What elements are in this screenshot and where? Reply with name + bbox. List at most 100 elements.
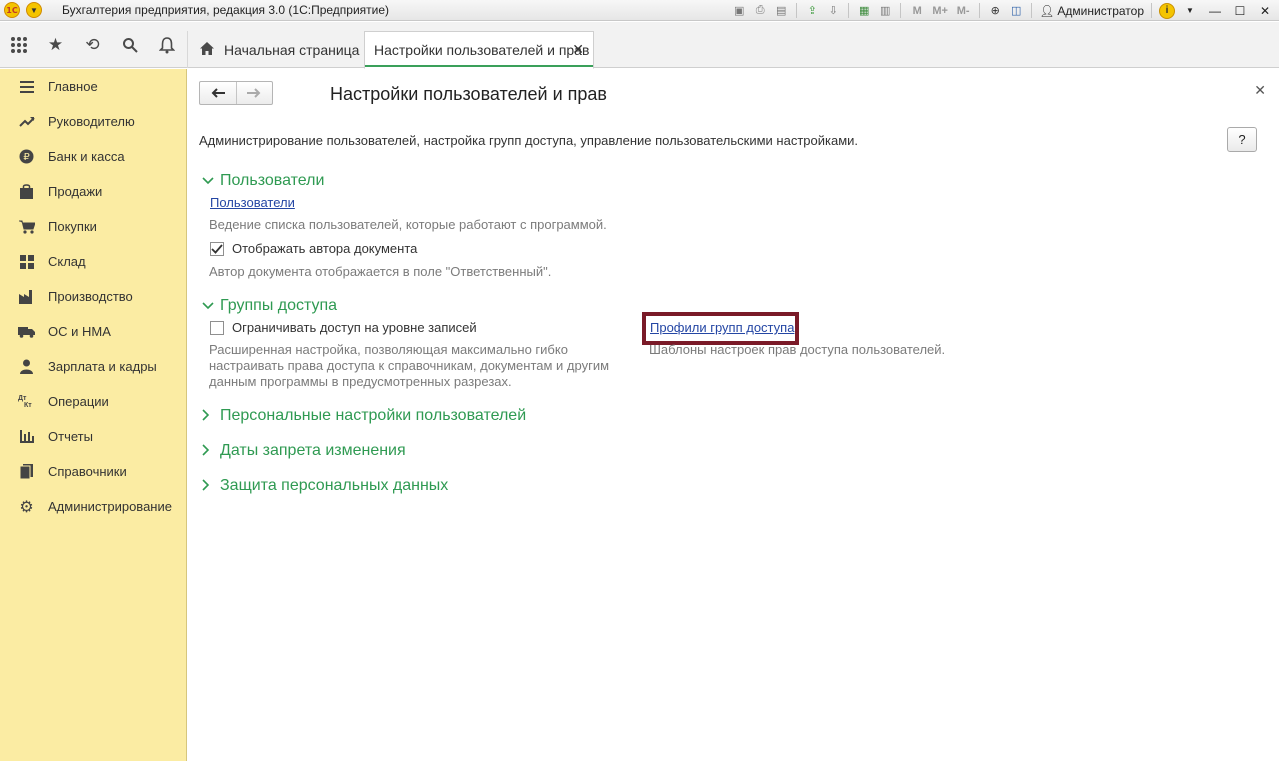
info-icon[interactable]: i bbox=[1159, 2, 1175, 19]
tab-user-settings[interactable]: Настройки пользователей и прав ✕ bbox=[364, 31, 594, 69]
person-icon bbox=[18, 358, 35, 375]
sidebar-item-main[interactable]: Главное bbox=[0, 69, 186, 104]
sidebar-item-label: Склад bbox=[48, 254, 86, 269]
chevron-right-icon bbox=[202, 408, 214, 424]
chevron-right-icon bbox=[202, 443, 214, 459]
sections-sidebar: Главное Руководителю ₽ Банк и касса Прод… bbox=[0, 69, 187, 761]
memory-minus-button[interactable]: M- bbox=[954, 3, 972, 19]
home-icon bbox=[200, 41, 214, 58]
zoom-icon[interactable]: ⊕ bbox=[987, 3, 1003, 19]
close-window-button[interactable]: ✕ bbox=[1255, 3, 1275, 19]
sidebar-item-label: Зарплата и кадры bbox=[48, 359, 157, 374]
access-group-profiles-link[interactable]: Профили групп доступа bbox=[650, 320, 794, 335]
toolbar-separator bbox=[796, 3, 798, 18]
save-icon[interactable]: ▣ bbox=[731, 3, 747, 19]
trend-icon bbox=[18, 113, 35, 130]
minimize-button[interactable]: — bbox=[1205, 3, 1225, 19]
menu-icon bbox=[18, 78, 35, 95]
sidebar-item-salary[interactable]: Зарплата и кадры bbox=[0, 349, 186, 384]
forward-arrow-icon[interactable] bbox=[235, 82, 273, 104]
restrict-access-checkbox-row[interactable]: Ограничивать доступ на уровне записей bbox=[210, 320, 477, 335]
window-menu-button[interactable]: ▼ bbox=[1180, 3, 1200, 19]
toolbar-separator bbox=[900, 3, 902, 18]
title-bar: 1С ▼ Бухгалтерия предприятия, редакция 3… bbox=[0, 0, 1279, 21]
group-users-title: Пользователи bbox=[220, 172, 325, 189]
group-users-header[interactable]: Пользователи bbox=[202, 172, 324, 190]
chevron-down-icon bbox=[202, 174, 214, 188]
calendar-icon[interactable]: ▥ bbox=[877, 3, 893, 19]
form-description: Администрирование пользователей, настрой… bbox=[199, 133, 859, 148]
tab-home[interactable]: Начальная страница bbox=[187, 31, 361, 68]
restrict-access-hint-line: настраивать права доступа к справочникам… bbox=[209, 358, 610, 373]
sidebar-item-catalogs[interactable]: Справочники bbox=[0, 454, 186, 489]
notifications-bell-icon[interactable] bbox=[148, 22, 185, 68]
sidebar-item-purchases[interactable]: Покупки bbox=[0, 209, 186, 244]
favorites-star-icon[interactable]: ★ bbox=[37, 22, 74, 68]
dt-kt-icon-bottom: Кт bbox=[24, 401, 32, 409]
truck-icon bbox=[18, 323, 35, 340]
sidebar-item-label: Продажи bbox=[48, 184, 103, 199]
form-content: Настройки пользователей и прав ✕ Админис… bbox=[188, 69, 1279, 761]
group-personal-data-header[interactable]: Защита персональных данных bbox=[202, 477, 448, 495]
preview-icon[interactable]: ▤ bbox=[773, 3, 789, 19]
toolbar-separator bbox=[1151, 3, 1152, 18]
user-icon: 👤︎ bbox=[1039, 3, 1055, 18]
group-access-title: Группы доступа bbox=[220, 297, 338, 314]
dt-kt-icon: Дт Кт bbox=[18, 393, 35, 410]
sidebar-item-label: Операции bbox=[48, 394, 109, 409]
tab-user-settings-label: Настройки пользователей и прав bbox=[374, 42, 590, 58]
show-author-checkbox[interactable] bbox=[210, 241, 224, 256]
group-personal-data-title: Защита персональных данных bbox=[220, 477, 449, 494]
group-closing-dates-header[interactable]: Даты запрета изменения bbox=[202, 442, 406, 460]
window-title: Бухгалтерия предприятия, редакция 3.0 (1… bbox=[62, 3, 390, 17]
memory-plus-button[interactable]: M+ bbox=[931, 3, 949, 19]
panels-icon[interactable]: ◫ bbox=[1008, 3, 1024, 19]
users-link[interactable]: Пользователи bbox=[210, 195, 295, 210]
group-access-header[interactable]: Группы доступа bbox=[202, 297, 337, 315]
user-menu[interactable]: 👤︎ Администратор bbox=[1039, 4, 1144, 18]
gear-icon: ⚙ bbox=[19, 498, 34, 516]
search-icon[interactable] bbox=[111, 22, 148, 68]
main-menu-button[interactable]: ▼ bbox=[26, 2, 42, 18]
tab-home-label: Начальная страница bbox=[224, 41, 360, 58]
svg-text:₽: ₽ bbox=[23, 152, 30, 163]
sections-grid-icon[interactable] bbox=[0, 22, 37, 68]
app-logo-icon: 1С bbox=[4, 2, 20, 18]
close-tab-icon[interactable]: ✕ bbox=[572, 41, 584, 58]
ruble-icon: ₽ bbox=[18, 148, 35, 165]
sidebar-item-fixed-assets[interactable]: ОС и НМА bbox=[0, 314, 186, 349]
sidebar-item-management[interactable]: Руководителю bbox=[0, 104, 186, 139]
calculator-icon[interactable]: ▦ bbox=[856, 3, 872, 19]
maximize-button[interactable]: ☐ bbox=[1230, 3, 1250, 19]
sidebar-item-administration[interactable]: ⚙ Администрирование bbox=[0, 489, 186, 524]
sidebar-item-sales[interactable]: Продажи bbox=[0, 174, 186, 209]
book-icon bbox=[18, 463, 35, 480]
sidebar-item-warehouse[interactable]: Склад bbox=[0, 244, 186, 279]
show-author-checkbox-row[interactable]: Отображать автора документа bbox=[210, 241, 417, 256]
restrict-access-hint-line: данным программы в предусмотренных разре… bbox=[209, 374, 512, 389]
toolbar-separator bbox=[979, 3, 981, 18]
sidebar-item-operations[interactable]: Дт Кт Операции bbox=[0, 384, 186, 419]
sidebar-item-reports[interactable]: Отчеты bbox=[0, 419, 186, 454]
dt-kt-icon-top: Дт bbox=[18, 394, 27, 402]
sidebar-item-production[interactable]: Производство bbox=[0, 279, 186, 314]
history-icon[interactable]: ⟲ bbox=[74, 22, 111, 68]
navigation-bar: ★ ⟲ Начальная страница Настройки пользов… bbox=[0, 22, 1279, 69]
show-author-label: Отображать автора документа bbox=[232, 241, 418, 256]
group-personal-settings-header[interactable]: Персональные настройки пользователей bbox=[202, 407, 526, 425]
sidebar-item-bank[interactable]: ₽ Банк и касса bbox=[0, 139, 186, 174]
chevron-right-icon bbox=[202, 478, 214, 494]
access-group-profiles-hint: Шаблоны настроек прав доступа пользовате… bbox=[649, 342, 946, 357]
upload-icon[interactable]: ⇪ bbox=[804, 3, 820, 19]
restrict-access-checkbox[interactable] bbox=[210, 320, 224, 335]
memory-button[interactable]: M bbox=[908, 3, 926, 19]
help-button[interactable]: ? bbox=[1227, 127, 1257, 152]
close-form-icon[interactable]: ✕ bbox=[1254, 82, 1266, 99]
show-author-hint: Автор документа отображается в поле "Отв… bbox=[209, 264, 552, 279]
download-icon[interactable]: ⇩ bbox=[825, 3, 841, 19]
print-icon[interactable]: ⎙ bbox=[752, 3, 768, 19]
back-arrow-icon[interactable] bbox=[200, 82, 236, 104]
toolbar-separator bbox=[1031, 3, 1033, 18]
page-title: Настройки пользователей и прав bbox=[330, 84, 607, 104]
history-navigation bbox=[199, 81, 273, 105]
